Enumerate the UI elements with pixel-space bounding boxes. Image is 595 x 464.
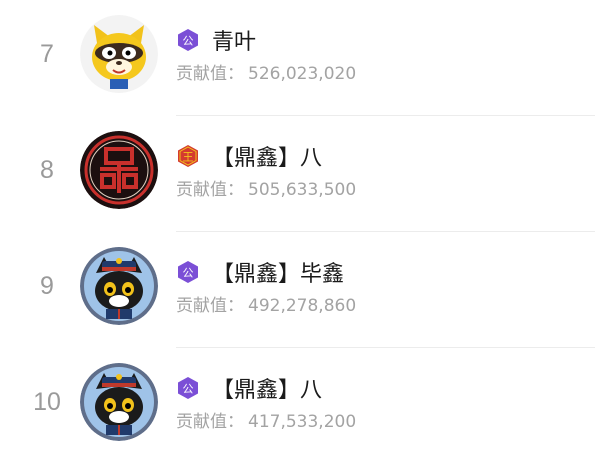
player-name: 青叶 [212,30,257,55]
contribution-score: 贡献值： 526,023,020 [176,59,356,84]
ranking-row[interactable]: 9 公 【鼎鑫】毕鑫 贡献值： 492,278,860 [0,232,595,348]
svg-text:公: 公 [183,35,194,48]
guild-badge-icon: 公 [178,29,198,51]
rank-number: 8 [40,156,54,184]
contribution-score: 贡献值： 417,533,200 [176,407,356,432]
ranking-row[interactable]: 8 王 【鼎鑫】八 贡献值： 505,633,500 [0,116,595,232]
king-badge-icon: 王 [178,145,198,167]
cat-officer-avatar[interactable] [80,247,158,325]
contribution-value: 526,023,020 [248,64,357,84]
svg-text:公: 公 [183,267,194,280]
rank-number: 7 [40,40,54,68]
cat-officer-avatar[interactable] [80,363,158,441]
ranking-row[interactable]: 10 公 【鼎鑫】八 贡献值： 417,533,200 [0,348,595,464]
rank-number: 10 [33,388,61,416]
player-name: 【鼎鑫】八 [212,146,323,171]
player-name: 【鼎鑫】毕鑫 [212,262,345,287]
contribution-score: 贡献值： 492,278,860 [176,291,356,316]
rank-number: 9 [40,272,54,300]
player-name: 【鼎鑫】八 [212,378,323,403]
contribution-value: 492,278,860 [248,296,357,316]
contribution-value: 417,533,200 [248,412,357,432]
ranking-list: 7 公 青叶 贡献值： 526,023,020 8 王 【鼎鑫】八 贡献值： 5… [0,0,595,452]
guild-badge-icon: 公 [178,377,198,399]
svg-text:王: 王 [183,151,194,164]
svg-text:公: 公 [183,383,194,396]
contribution-value: 505,633,500 [248,180,357,200]
contribution-label: 贡献值： [176,64,244,84]
contribution-label: 贡献值： [176,412,244,432]
contribution-label: 贡献值： [176,180,244,200]
raccoon-avatar[interactable] [80,15,158,93]
ranking-row[interactable]: 7 公 青叶 贡献值： 526,023,020 [0,0,595,116]
red-seal-avatar[interactable] [80,131,158,209]
contribution-score: 贡献值： 505,633,500 [176,175,356,200]
contribution-label: 贡献值： [176,296,244,316]
guild-badge-icon: 公 [178,261,198,283]
